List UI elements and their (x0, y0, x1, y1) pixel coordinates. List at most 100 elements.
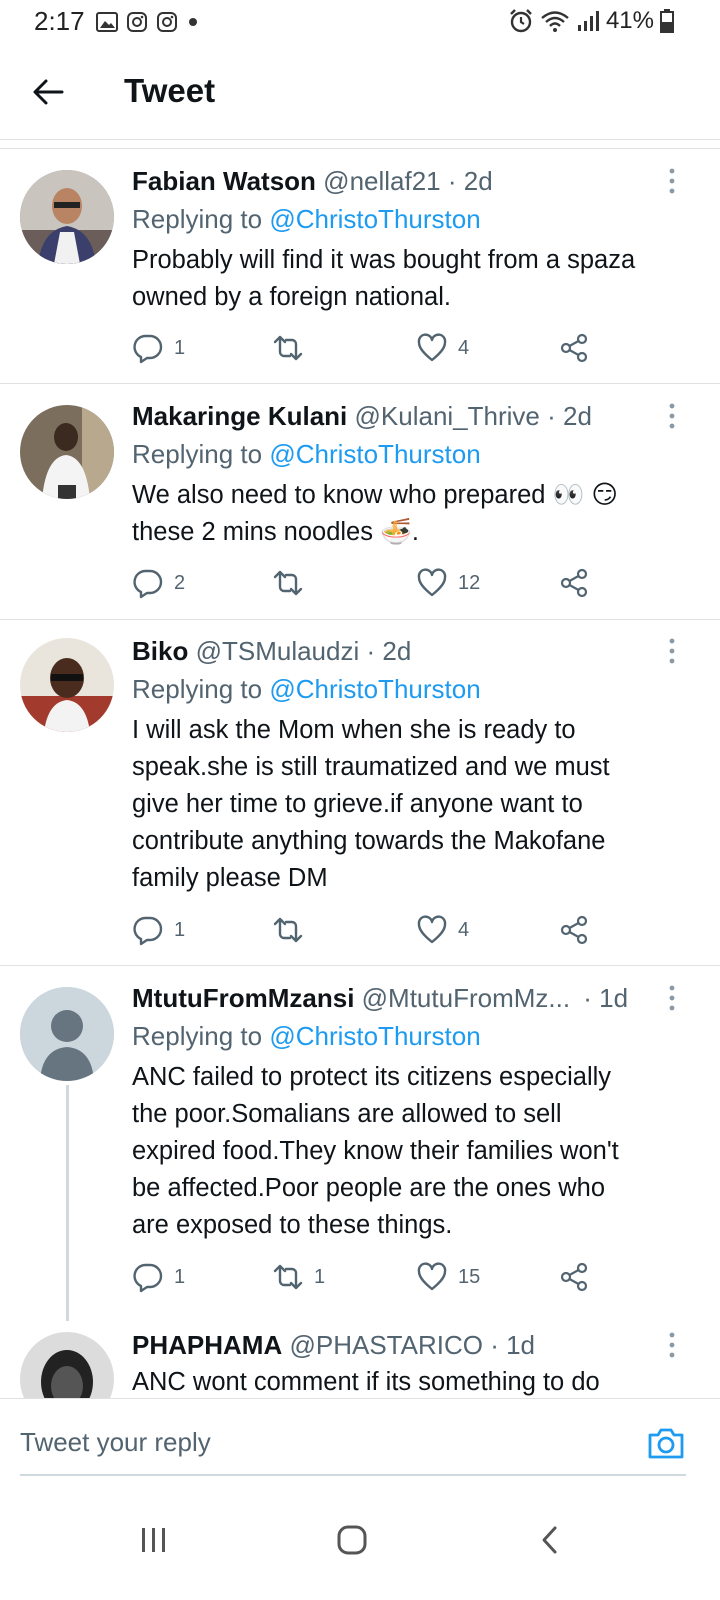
reply-count: 1 (174, 918, 186, 941)
user-handle: @MtutuFromMz... (361, 983, 571, 1013)
like-button[interactable]: 12 (416, 567, 480, 599)
tweet-text: We also need to know who prepared 👀 😏 th… (132, 477, 692, 551)
reply-input-underline (20, 1474, 686, 1476)
reply-bar: Tweet your reply (0, 1398, 720, 1478)
recent-apps-button[interactable] (124, 1510, 184, 1570)
heart-icon (417, 568, 447, 597)
tweet-text-line: are exposed to these things. (132, 1211, 453, 1239)
share-icon (560, 568, 588, 598)
replying-prefix: Replying to (132, 204, 270, 234)
user-handle: @TSMulaudzi (195, 636, 360, 666)
user-name[interactable]: Biko (132, 636, 188, 666)
user-handle: @PHASTARICO (289, 1330, 483, 1360)
instagram-icon (127, 12, 147, 32)
camera-icon[interactable] (646, 1423, 686, 1463)
mention-link[interactable]: @ChristoThurston (269, 674, 480, 704)
mention-link[interactable]: @ChristoThurston (269, 204, 480, 234)
tweet-item[interactable]: MtutuFromMzansi @MtutuFromMz... · 1d Rep… (0, 967, 720, 1327)
tweet-text-line: expired food.They know their families wo… (132, 1137, 619, 1165)
more-options-icon[interactable] (668, 1332, 676, 1358)
reply-button[interactable]: 1 (132, 914, 185, 946)
tweet-header: Makaringe Kulani @Kulani_Thrive · 2d (132, 401, 592, 432)
system-nav-bar (0, 1480, 720, 1600)
more-options-icon[interactable] (668, 403, 676, 429)
heart-icon (417, 915, 447, 944)
tweet-text: I will ask the Mom when she is ready to … (132, 712, 692, 897)
reply-button[interactable]: 2 (132, 567, 185, 599)
reply-icon (133, 1263, 163, 1293)
tweet-actions: 2 12 (132, 567, 612, 601)
tweet-text-line: We also need to know who prepared 👀 😏 (132, 481, 618, 509)
tweet-text-line: give her time to grieve.if anyone want t… (132, 790, 583, 818)
like-count: 4 (458, 918, 470, 941)
tweet-time: · 2d (366, 636, 412, 666)
tweet-item[interactable]: Biko @TSMulaudzi · 2d Replying to @Chris… (0, 620, 720, 966)
mention-link[interactable]: @ChristoThurston (269, 439, 480, 469)
more-options-icon[interactable] (668, 168, 676, 194)
alarm-icon (510, 9, 532, 33)
tweet-text-line: speak.she is still traumatized and we mu… (132, 753, 610, 781)
avatar[interactable] (20, 987, 114, 1081)
reply-button[interactable]: 1 (132, 1261, 185, 1293)
home-button[interactable] (322, 1510, 382, 1570)
tweet-text-line: I will ask the Mom when she is ready to (132, 716, 576, 744)
avatar[interactable] (20, 1332, 114, 1398)
status-bar: 2:17 41% (0, 0, 720, 46)
tweet-text: ANC failed to protect its citizens espec… (132, 1059, 692, 1244)
retweet-button[interactable] (272, 567, 314, 599)
share-icon (560, 915, 588, 945)
avatar[interactable] (20, 170, 114, 264)
tweet-time: · 2d (547, 401, 592, 431)
reply-icon (133, 334, 163, 364)
like-count: 4 (458, 336, 470, 359)
like-button[interactable]: 4 (416, 332, 469, 364)
divider (0, 965, 720, 966)
back-chevron-icon (542, 1526, 557, 1554)
user-name[interactable]: PHAPHAMA (132, 1330, 282, 1360)
reply-count: 2 (174, 571, 186, 594)
share-button[interactable] (558, 1261, 590, 1293)
more-options-icon[interactable] (668, 985, 676, 1011)
reply-count: 1 (174, 336, 186, 359)
user-name[interactable]: Fabian Watson (132, 166, 316, 196)
tweet-item[interactable]: PHAPHAMA @PHASTARICO · 1d ANC wont comme… (0, 1314, 720, 1398)
share-button[interactable] (558, 914, 590, 946)
like-count: 15 (458, 1265, 481, 1288)
divider (0, 383, 720, 384)
retweet-button[interactable]: 1 (272, 1261, 325, 1293)
tweet-actions: 1 4 (132, 332, 612, 366)
retweet-button[interactable] (272, 332, 314, 364)
user-name[interactable]: MtutuFromMzansi (132, 983, 354, 1013)
share-button[interactable] (558, 332, 590, 364)
user-handle: @Kulani_Thrive (354, 401, 540, 431)
home-icon (337, 1525, 367, 1555)
like-button[interactable]: 4 (416, 914, 469, 946)
tweet-item[interactable]: Makaringe Kulani @Kulani_Thrive · 2d Rep… (0, 385, 720, 620)
signal-icon (577, 11, 599, 31)
tweet-text-line: ANC wont comment if its something to do (132, 1368, 600, 1396)
reply-button[interactable]: 1 (132, 332, 185, 364)
avatar[interactable] (20, 405, 114, 499)
replying-to: Replying to @ChristoThurston (132, 674, 481, 705)
like-count: 12 (458, 571, 481, 594)
tweet-item[interactable]: Fabian Watson @nellaf21 · 2d Replying to… (0, 150, 720, 384)
retweet-button[interactable] (272, 914, 314, 946)
reply-icon (133, 916, 163, 946)
divider (0, 148, 720, 149)
reply-input[interactable]: Tweet your reply (20, 1427, 211, 1458)
back-arrow-icon[interactable] (30, 74, 66, 110)
avatar[interactable] (20, 638, 114, 732)
back-button[interactable] (520, 1510, 580, 1570)
more-options-icon[interactable] (668, 638, 676, 664)
tweet-time: · 1d (583, 983, 629, 1013)
status-left-icons (96, 11, 200, 33)
user-handle: @nellaf21 (323, 166, 441, 196)
mention-link[interactable]: @ChristoThurston (269, 1021, 480, 1051)
user-name[interactable]: Makaringe Kulani (132, 401, 347, 431)
tweet-actions: 1 1 15 (132, 1261, 612, 1295)
like-button[interactable]: 15 (416, 1261, 480, 1293)
share-button[interactable] (558, 567, 590, 599)
replying-prefix: Replying to (132, 439, 270, 469)
tweet-actions: 1 4 (132, 914, 612, 948)
tweet-text-line: ANC failed to protect its citizens espec… (132, 1063, 612, 1091)
